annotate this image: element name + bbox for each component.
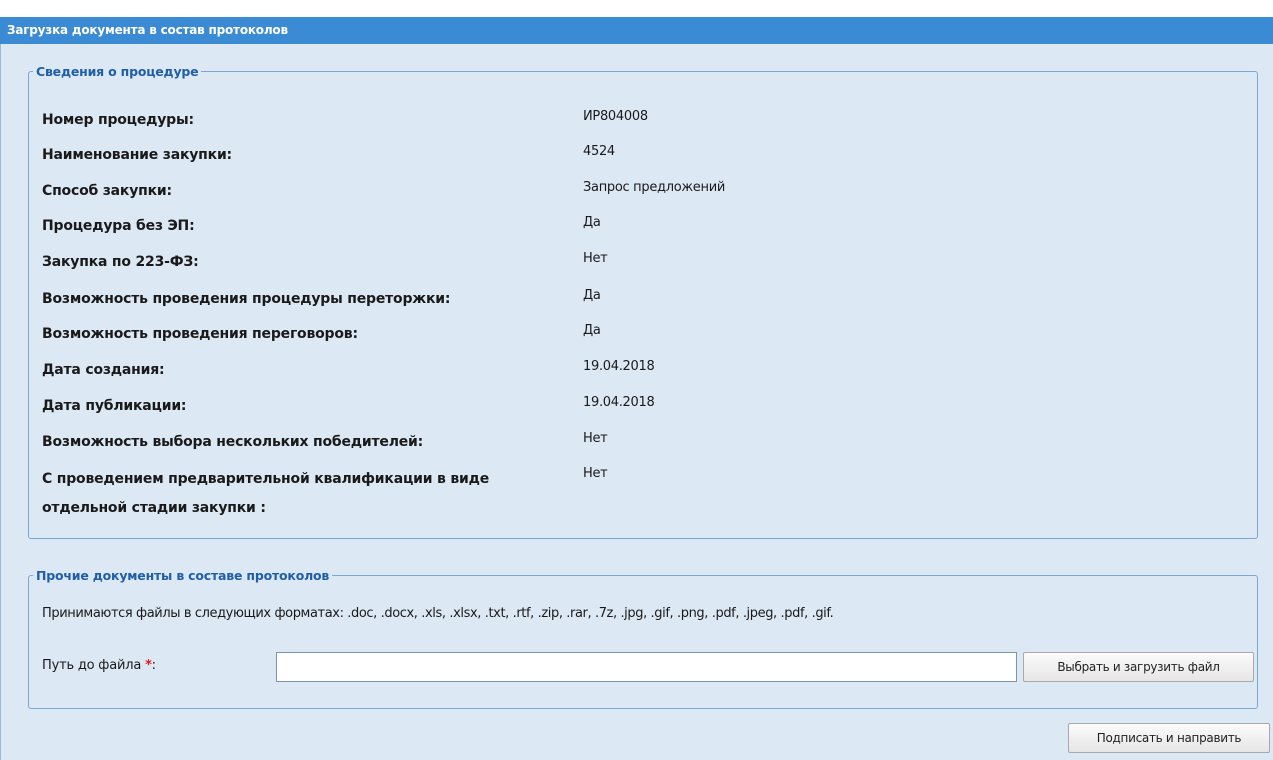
file-path-colon: : xyxy=(151,658,156,673)
info-label: С проведением предварительной квалификац… xyxy=(42,471,490,516)
info-value: Запрос предложений xyxy=(583,180,725,195)
info-label: Возможность выбора нескольких победителе… xyxy=(42,434,424,450)
top-strip xyxy=(0,0,1273,17)
info-label: Закупка по 223-ФЗ: xyxy=(42,254,199,270)
other-docs-group: Прочие документы в составе протоколов xyxy=(28,568,1258,709)
window-title: Загрузка документа в состав протоколов xyxy=(0,17,1273,44)
file-path-input[interactable] xyxy=(276,652,1017,682)
file-path-label-text: Путь до файла xyxy=(42,658,142,673)
info-label: Наименование закупки: xyxy=(42,147,232,163)
info-value: ИР804008 xyxy=(583,109,648,124)
info-value: Да xyxy=(583,288,601,303)
info-value: Да xyxy=(583,215,601,230)
sign-and-send-button[interactable]: Подписать и направить xyxy=(1068,723,1270,753)
other-docs-legend: Прочие документы в составе протоколов xyxy=(36,568,330,583)
select-upload-file-button[interactable]: Выбрать и загрузить файл xyxy=(1023,652,1254,682)
file-path-label: Путь до файла *: xyxy=(42,658,156,673)
info-label: Возможность проведения процедуры перетор… xyxy=(42,291,451,307)
info-value: 4524 xyxy=(583,144,615,159)
info-label: Процедура без ЭП: xyxy=(42,218,195,234)
info-value: 19.04.2018 xyxy=(583,359,655,374)
procedure-info-legend: Сведения о процедуре xyxy=(36,64,199,79)
info-value: Нет xyxy=(583,431,608,446)
info-value: Нет xyxy=(583,466,608,481)
info-label: Способ закупки: xyxy=(42,183,172,199)
accepted-formats-text: Принимаются файлы в следующих форматах: … xyxy=(42,606,834,621)
info-label: Возможность проведения переговоров: xyxy=(42,326,358,342)
info-value: 19.04.2018 xyxy=(583,395,655,410)
info-value: Нет xyxy=(583,251,608,266)
info-label: Номер процедуры: xyxy=(42,112,194,128)
required-asterisk: * xyxy=(145,658,152,673)
info-label: Дата публикации: xyxy=(42,398,187,414)
info-value: Да xyxy=(583,323,601,338)
info-label: Дата создания: xyxy=(42,362,165,378)
